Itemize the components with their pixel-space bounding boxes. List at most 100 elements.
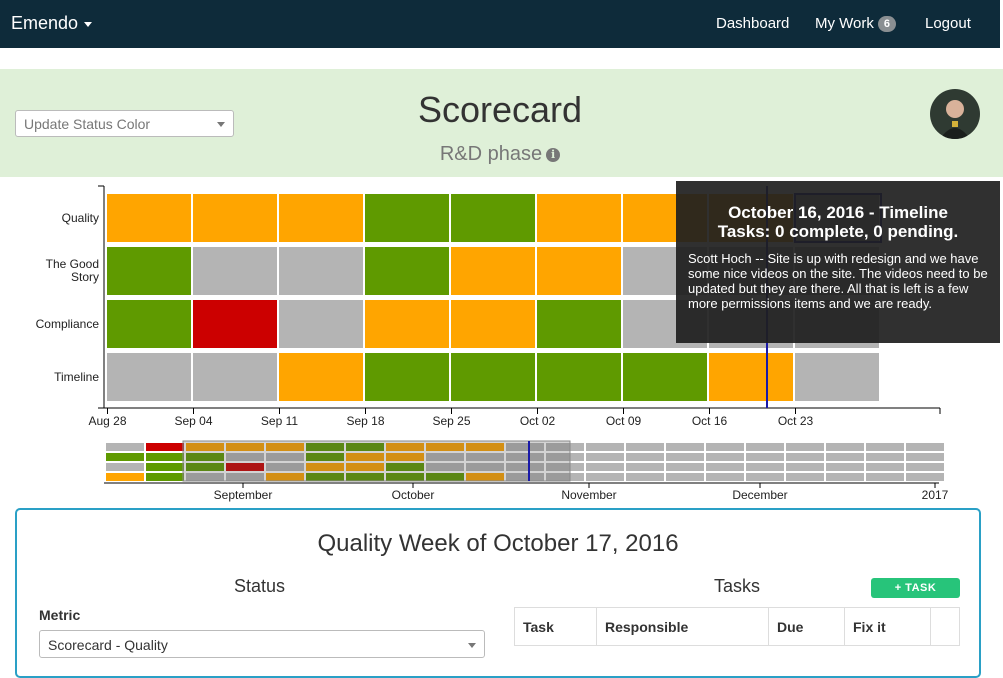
overview-cell: [706, 473, 744, 481]
overview-month-label: October: [392, 488, 435, 502]
overview-month-label: November: [561, 488, 616, 502]
tooltip-title: October 16, 2016 - Timeline Tasks: 0 com…: [688, 203, 988, 241]
row-label: Timeline: [54, 370, 99, 384]
overview-cell: [666, 473, 704, 481]
x-tick-label: Oct 09: [606, 414, 642, 428]
heatmap-cell[interactable]: [365, 194, 449, 242]
heatmap-cell[interactable]: [451, 300, 535, 348]
status-heading: Status: [234, 576, 286, 596]
overview-cell: [626, 473, 664, 481]
col-actions: [930, 607, 960, 646]
week-tooltip: October 16, 2016 - Timeline Tasks: 0 com…: [676, 181, 1000, 343]
heatmap-cell[interactable]: [193, 247, 277, 295]
nav-my-work[interactable]: My Work 6: [815, 15, 897, 32]
heatmap-cell[interactable]: [709, 353, 793, 401]
page-title: Scorecard: [417, 89, 583, 130]
x-tick-label: Sep 11: [261, 414, 298, 428]
overview-cell: [826, 443, 864, 451]
heatmap-cell[interactable]: [795, 353, 879, 401]
heatmap-cell[interactable]: [279, 353, 363, 401]
overview-cell: [626, 443, 664, 451]
nav-dashboard[interactable]: Dashboard: [716, 15, 789, 32]
overview-brush[interactable]: [182, 440, 571, 482]
overview-cell: [866, 463, 904, 471]
overview-month-label: December: [732, 488, 787, 502]
metric-select[interactable]: Scorecard - Quality: [39, 630, 485, 658]
overview-cell: [626, 463, 664, 471]
overview-cell: [586, 443, 624, 451]
heatmap-cell[interactable]: [107, 247, 191, 295]
overview-cell: [146, 453, 184, 461]
overview-cell: [786, 453, 824, 461]
overview-cell: [906, 453, 944, 461]
tooltip-comment: Scott Hoch -- Site is up with redesign a…: [688, 251, 988, 311]
heatmap-cell[interactable]: [107, 353, 191, 401]
metric-value: Scorecard - Quality: [48, 637, 168, 653]
heatmap-cell[interactable]: [279, 194, 363, 242]
brand-menu[interactable]: Emendo: [11, 13, 93, 34]
x-tick-label: Sep 18: [346, 414, 384, 428]
heatmap-cell[interactable]: [537, 353, 621, 401]
x-tick-label: Oct 16: [692, 414, 728, 428]
page-subtitle: R&D phase i: [0, 143, 1000, 166]
heatmap-cell[interactable]: [193, 194, 277, 242]
avatar[interactable]: [930, 89, 980, 139]
heatmap-cell[interactable]: [537, 247, 621, 295]
chevron-down-icon: [84, 21, 93, 27]
overview-cell: [906, 463, 944, 471]
heatmap-cell[interactable]: [451, 194, 535, 242]
top-navbar: Emendo Dashboard My Work 6 Logout: [0, 0, 1000, 48]
overview-cell: [106, 463, 144, 471]
x-tick-label: Sep 04: [174, 414, 212, 428]
overview-cell: [866, 443, 904, 451]
overview-cell: [746, 453, 784, 461]
tasks-heading: Tasks: [714, 576, 761, 596]
overview-cell: [706, 443, 744, 451]
col-due[interactable]: Due: [768, 607, 845, 646]
overview-cell: [106, 473, 144, 481]
info-icon[interactable]: i: [546, 148, 561, 162]
tasks-table-header: Task Responsible Due Fix it: [514, 607, 960, 646]
brand-name: Emendo: [11, 13, 79, 33]
metric-label: Metric: [39, 607, 81, 623]
heatmap-cell[interactable]: [193, 353, 277, 401]
overview-cell: [786, 463, 824, 471]
overview-month-label: 2017: [922, 488, 949, 502]
overview-cell: [706, 463, 744, 471]
add-task-button[interactable]: + TASK: [871, 578, 960, 598]
heatmap-cell[interactable]: [537, 194, 621, 242]
overview-cell: [586, 473, 624, 481]
overview-cell: [106, 443, 144, 451]
overview-cell: [746, 443, 784, 451]
overview-cell: [746, 463, 784, 471]
heatmap-cell[interactable]: [365, 353, 449, 401]
overview-cell: [586, 463, 624, 471]
overview-cell: [146, 473, 184, 481]
col-task[interactable]: Task: [514, 607, 597, 646]
row-label: Compliance: [36, 317, 100, 331]
overview-cell: [106, 453, 144, 461]
heatmap-cell[interactable]: [365, 300, 449, 348]
x-tick-label: Oct 02: [520, 414, 556, 428]
panel-title: Quality Week of October 17, 2016: [317, 530, 679, 557]
heatmap-cell[interactable]: [279, 247, 363, 295]
overview-cell: [146, 443, 184, 451]
heatmap-cell[interactable]: [537, 300, 621, 348]
col-fix-it[interactable]: Fix it: [844, 607, 931, 646]
heatmap-cell[interactable]: [279, 300, 363, 348]
overview-cell: [866, 453, 904, 461]
col-responsible[interactable]: Responsible: [596, 607, 769, 646]
heatmap-cell[interactable]: [107, 194, 191, 242]
nav-logout[interactable]: Logout: [925, 15, 971, 32]
heatmap-cell[interactable]: [451, 247, 535, 295]
x-tick-label: Aug 28: [88, 414, 126, 428]
overview-cell: [906, 443, 944, 451]
heatmap-cell[interactable]: [623, 353, 707, 401]
overview-cell: [666, 463, 704, 471]
heatmap-cell[interactable]: [451, 353, 535, 401]
heatmap-cell[interactable]: [365, 247, 449, 295]
heatmap-cell[interactable]: [193, 300, 277, 348]
overview-cell: [906, 473, 944, 481]
tasks-table: Task Responsible Due Fix it: [514, 607, 960, 646]
heatmap-cell[interactable]: [107, 300, 191, 348]
